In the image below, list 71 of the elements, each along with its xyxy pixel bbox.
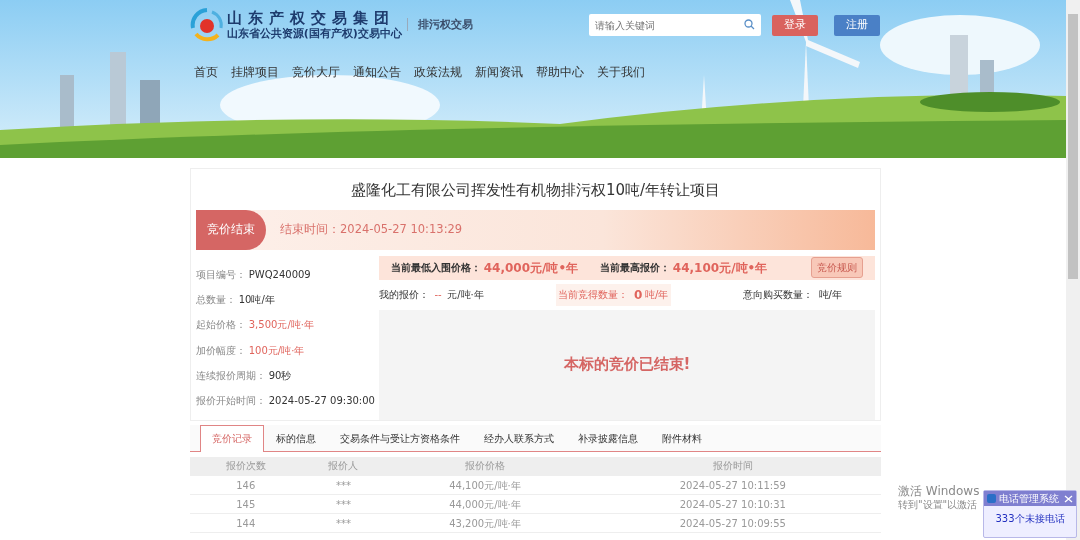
- status-badge: 竞价结束: [196, 209, 266, 250]
- intent-unit: 吨/年: [818, 288, 842, 302]
- price-value: 44,000元/吨•年: [483, 259, 579, 277]
- end-time: 结束时间：2024-05-27 10:13:29: [280, 220, 463, 238]
- tab[interactable]: 竞价记录: [200, 424, 264, 452]
- project-title: 盛隆化工有限公司挥发性有机物排污权10吨/年转让项目: [349, 180, 722, 201]
- popup-message: 333个未接电话: [995, 513, 1065, 524]
- activation-title: 激活 Windows: [898, 484, 980, 498]
- info-label: 起始价格：: [196, 318, 246, 333]
- price-value: 44,100元/吨•年: [672, 259, 768, 277]
- column-header: 报价价格: [385, 456, 585, 476]
- tab[interactable]: 附件材料: [650, 424, 714, 451]
- tab[interactable]: 补录披露信息: [566, 424, 650, 451]
- tab[interactable]: 标的信息: [264, 424, 328, 451]
- table-cell: 43,200元/吨·年: [385, 513, 585, 533]
- table-cell: 146: [190, 475, 302, 495]
- nav-link[interactable]: 政策法规: [414, 64, 462, 82]
- nav-link[interactable]: 挂牌项目: [231, 64, 279, 82]
- nav-link[interactable]: 通知公告: [353, 64, 401, 82]
- column-header: 报价次数: [190, 456, 302, 476]
- info-label: 报价开始时间：: [196, 394, 266, 409]
- tab[interactable]: 经办人联系方式: [472, 424, 566, 451]
- table-cell: 144: [190, 513, 302, 533]
- scrollbar[interactable]: [1066, 0, 1080, 540]
- info-value: 100元/吨·年: [248, 343, 305, 358]
- logo-icon: [190, 8, 224, 42]
- won-unit: 吨/年: [645, 288, 669, 302]
- activation-hint: 转到"设置"以激活: [898, 498, 979, 512]
- nav-link[interactable]: 关于我们: [597, 64, 645, 82]
- info-value: 3,500元/吨·年: [248, 318, 314, 333]
- table-cell: ***: [301, 475, 386, 495]
- table-cell: 44,100元/吨·年: [385, 475, 585, 495]
- won-label: 当前竞得数量：: [558, 288, 629, 302]
- info-value: PWQ240009: [248, 267, 311, 282]
- info-value: 2024-05-27 09:30:00: [268, 394, 375, 409]
- info-value: 10吨/年: [238, 292, 275, 307]
- bid-unit: 元/吨·年: [447, 288, 484, 302]
- table-cell: 145: [190, 494, 302, 514]
- table-cell: ***: [301, 494, 386, 514]
- nav-link[interactable]: 竞价大厅: [292, 64, 340, 82]
- nav-link[interactable]: 首页: [194, 64, 218, 82]
- bid-label: 我的报价：: [379, 288, 429, 302]
- table-cell: ***: [301, 513, 386, 533]
- info-label: 项目编号：: [196, 267, 246, 282]
- tab[interactable]: 交易条件与受让方资格条件: [328, 424, 472, 451]
- search-field[interactable]: 请输入关键词: [588, 14, 761, 36]
- register-button[interactable]: 注册: [834, 14, 880, 36]
- logo-title: 山东产权交易集团: [226, 9, 396, 27]
- phone-icon: [987, 494, 996, 503]
- end-message: 本标的竞价已结束!: [563, 354, 691, 376]
- table-cell: 2024-05-27 10:11:59: [584, 475, 881, 495]
- price-label: 当前最高报价：: [600, 261, 671, 275]
- column-header: 报价时间: [584, 456, 881, 476]
- logo-subtitle: 山东省公共资源(国有产权)交易中心: [226, 26, 402, 41]
- popup-title: 电话管理系统: [998, 492, 1059, 506]
- table-cell: 44,000元/吨·年: [385, 494, 585, 514]
- intent-label: 意向购买数量：: [743, 288, 814, 302]
- info-label: 连续报价周期：: [196, 368, 266, 383]
- info-value: 90秒: [268, 368, 292, 383]
- info-label: 加价幅度：: [196, 343, 246, 358]
- nav-link[interactable]: 新闻资讯: [475, 64, 523, 82]
- nav-link[interactable]: 帮助中心: [536, 64, 584, 82]
- price-label: 当前最低入围价格：: [391, 261, 481, 275]
- bid-value: --: [434, 288, 442, 302]
- won-value: 0: [633, 286, 643, 304]
- info-label: 总数量：: [196, 292, 236, 307]
- search-icon[interactable]: [743, 19, 755, 30]
- column-header: 报价人: [301, 456, 386, 476]
- section-title: 排污权交易: [407, 17, 474, 31]
- table-cell: 2024-05-27 10:10:31: [584, 494, 881, 514]
- table-cell: 2024-05-27 10:09:55: [584, 513, 881, 533]
